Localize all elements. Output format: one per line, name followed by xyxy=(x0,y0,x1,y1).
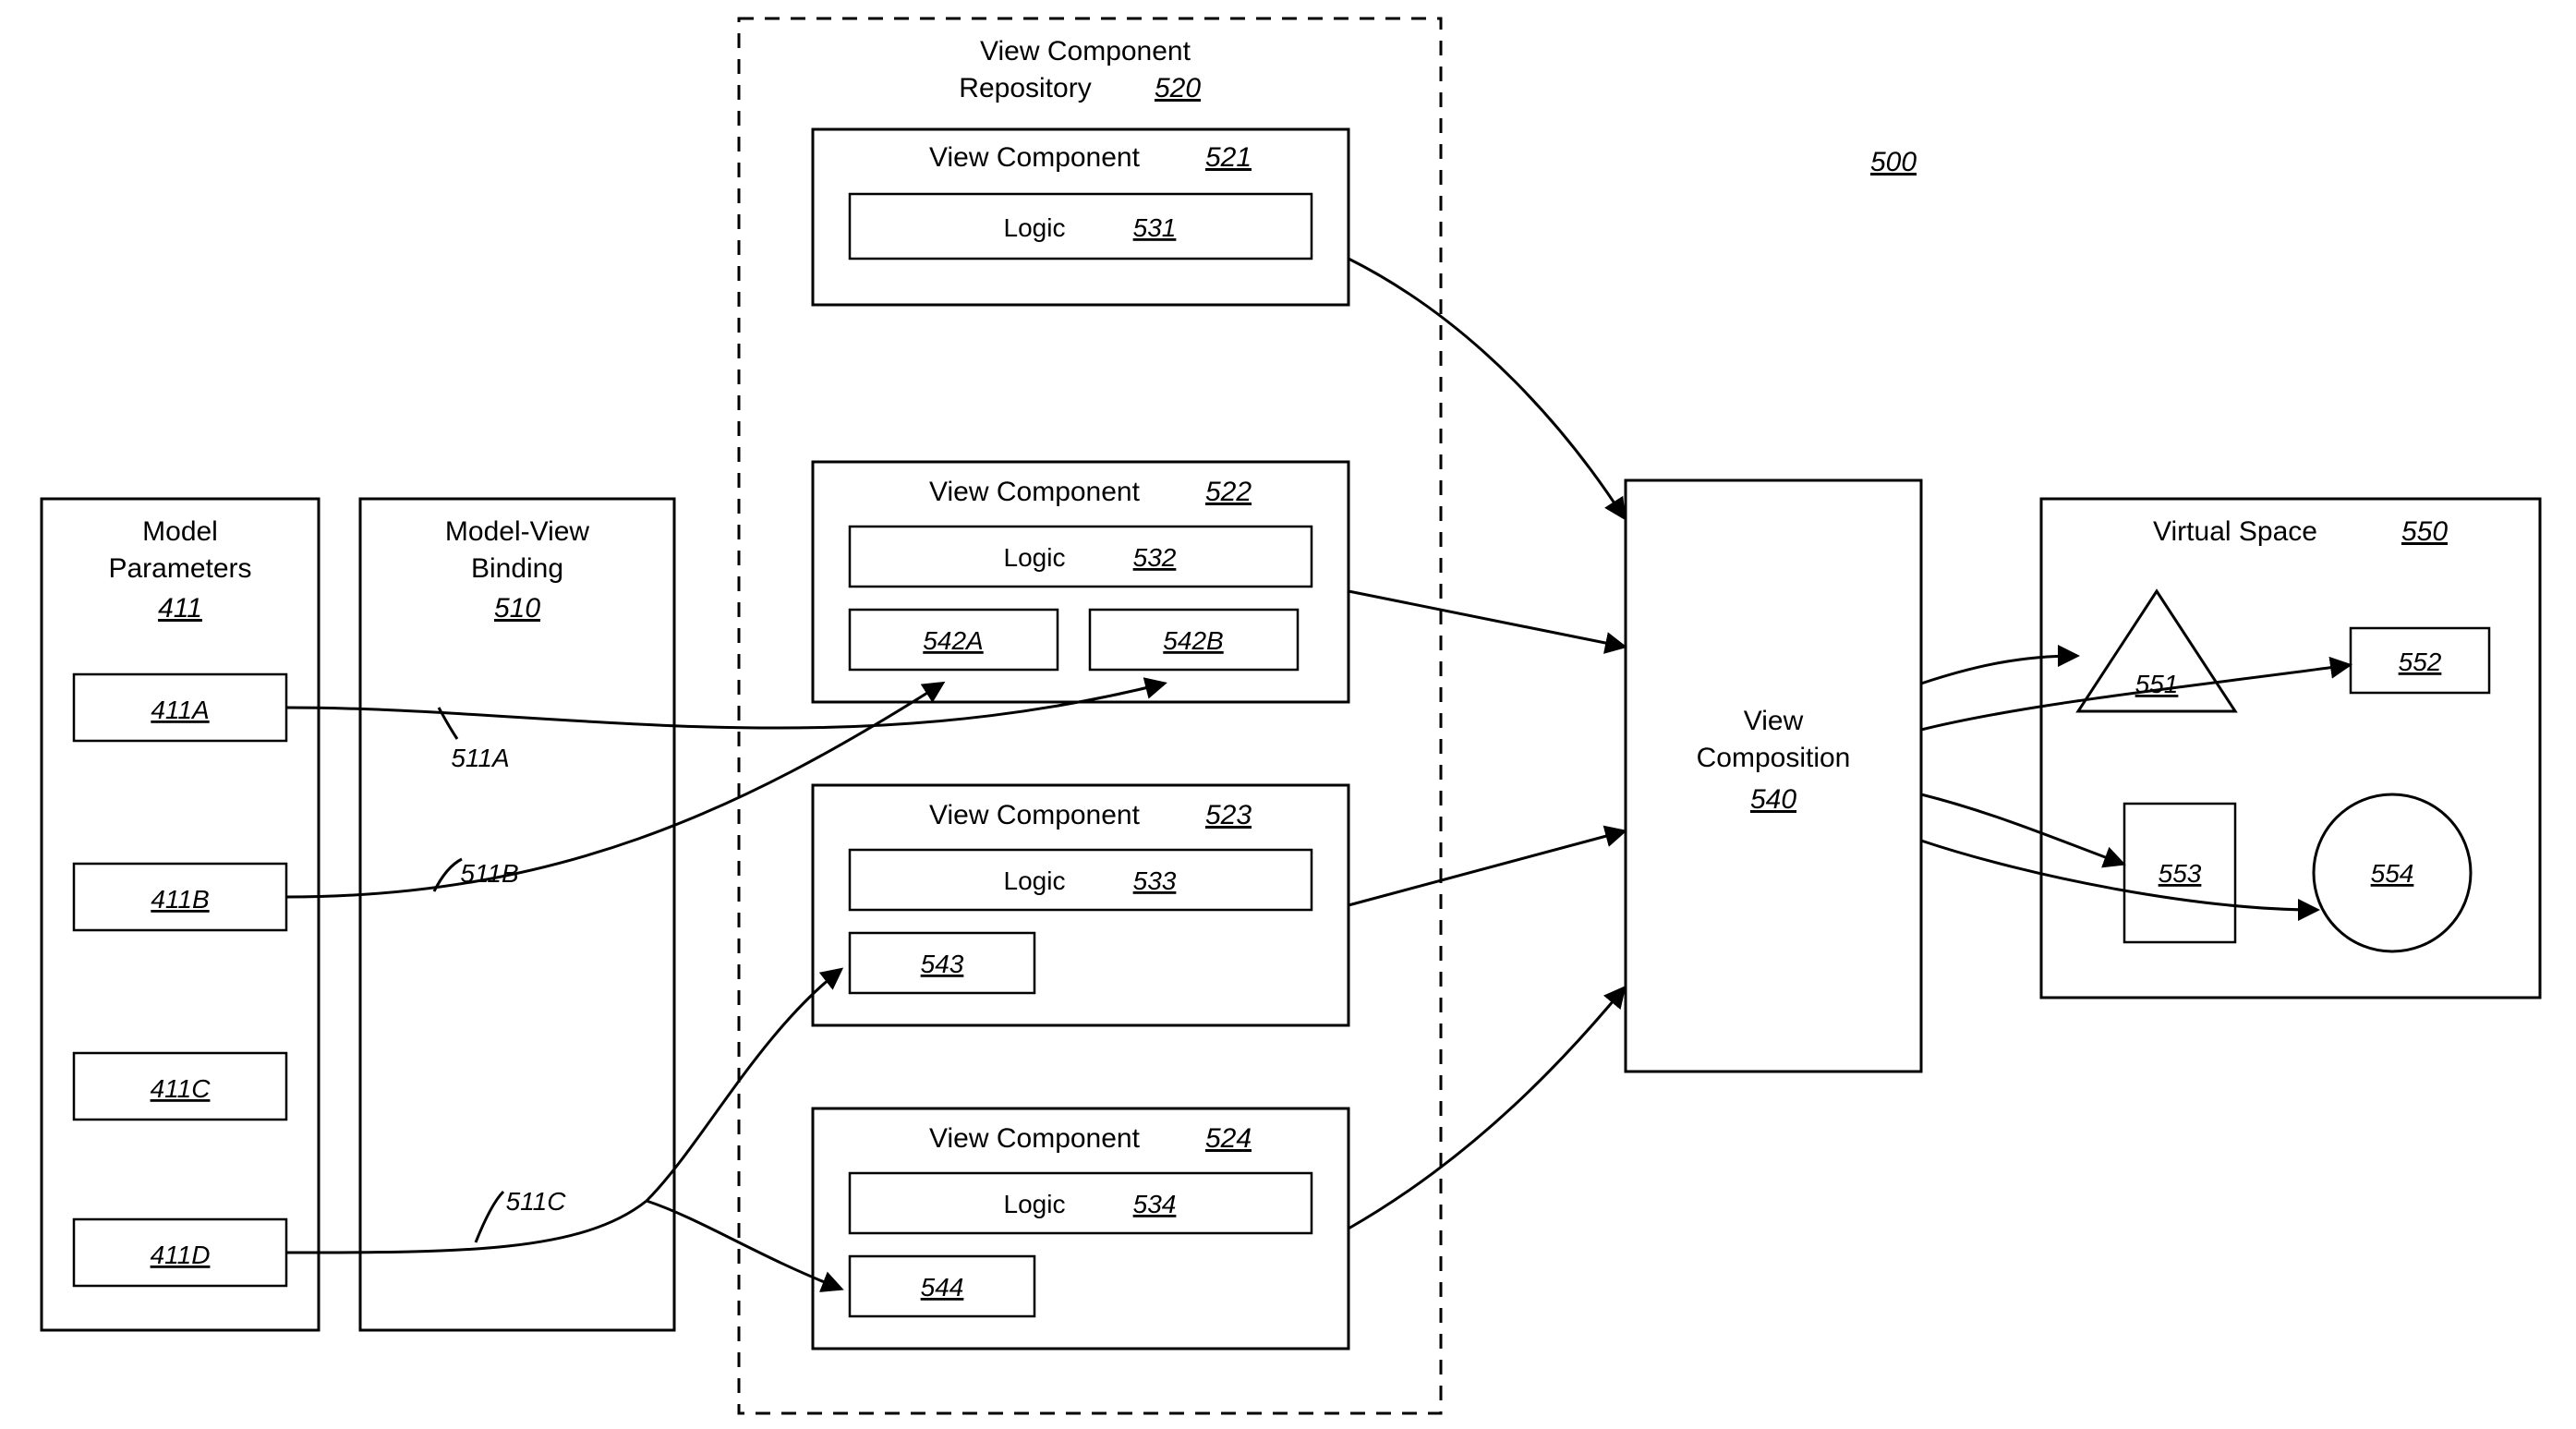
view-component-repository: View Component Repository 520 View Compo… xyxy=(739,18,1441,1413)
model-parameters-title-line2b: Parameters xyxy=(108,553,251,584)
vc523-sub-543: 543 xyxy=(921,950,964,978)
vc524-title: View Component xyxy=(929,1123,1141,1154)
vc522-sub-542b: 542B xyxy=(1163,626,1223,655)
param-411c: 411C xyxy=(151,1074,212,1103)
vc524-ref: 524 xyxy=(1205,1123,1252,1154)
binding-label-511a: 511A xyxy=(451,744,509,772)
repo-ref: 520 xyxy=(1155,73,1201,103)
vc523-ref: 523 xyxy=(1205,800,1252,830)
repo-title-line2: Repository xyxy=(959,73,1091,103)
view-composition-panel: View Composition 540 View Composition xyxy=(1626,480,1921,1072)
repo-title-line1: View Component xyxy=(980,36,1191,67)
vc522-sub-542a: 542A xyxy=(923,626,983,655)
virtual-space-ref: 550 xyxy=(2401,516,2448,547)
model-parameters-panel: Model Model Parameters Parameters 411 41… xyxy=(42,499,319,1330)
model-parameters-title-line1: Model xyxy=(142,516,218,547)
vc521-ref: 521 xyxy=(1205,142,1252,173)
diagram-canvas: 500 Model Model Parameters Parameters 41… xyxy=(0,0,2576,1429)
virtual-space-title: Virtual Space xyxy=(2153,516,2317,547)
view-component-523: View Component 523 Logic 533 543 xyxy=(813,785,1348,1025)
composition-ref: 540 xyxy=(1750,784,1796,815)
binding-label-511b: 511B xyxy=(460,859,518,888)
vc524-logic-label: Logic xyxy=(1004,1190,1066,1218)
view-component-522: View Component 522 Logic 532 542A 542B xyxy=(813,462,1348,702)
param-411a: 411A xyxy=(151,696,209,724)
composition-to-vspace-connectors xyxy=(1921,656,2349,910)
vs-554: 554 xyxy=(2371,859,2414,888)
view-component-524: View Component 524 Logic 534 544 xyxy=(813,1108,1348,1349)
vc521-logic-ref: 531 xyxy=(1133,213,1177,242)
vc523-title: View Component xyxy=(929,800,1141,830)
composition-title-line2: Composition xyxy=(1697,743,1851,773)
vc522-logic-ref: 532 xyxy=(1133,543,1177,572)
vc524-sub-544: 544 xyxy=(921,1273,964,1302)
vc523-logic-ref: 533 xyxy=(1133,866,1177,895)
vc521-logic-label: Logic xyxy=(1004,213,1066,242)
figure-ref: 500 xyxy=(1870,147,1917,177)
param-411d: 411D xyxy=(151,1241,211,1269)
binding-title-line2: Binding xyxy=(471,553,563,584)
view-component-521: View Component 521 Logic 531 xyxy=(813,129,1348,305)
vc524-logic-ref: 534 xyxy=(1133,1190,1177,1218)
vc522-ref: 522 xyxy=(1205,477,1252,507)
binding-title-line1: Model-View xyxy=(445,516,590,547)
vc522-title: View Component xyxy=(929,477,1141,507)
vs-553: 553 xyxy=(2159,859,2202,888)
binding-label-511c: 511C xyxy=(506,1187,567,1216)
vc522-logic-label: Logic xyxy=(1004,543,1066,572)
virtual-space-panel: Virtual Space 550 551 552 553 554 xyxy=(2041,499,2540,998)
vs-551: 551 xyxy=(2135,670,2179,698)
vc521-title: View Component xyxy=(929,142,1141,173)
model-parameters-ref: 411 xyxy=(158,593,202,624)
composition-title-line1: View xyxy=(1744,706,1804,736)
vs-552: 552 xyxy=(2399,648,2442,676)
binding-ref: 510 xyxy=(494,593,540,624)
param-411b: 411B xyxy=(151,885,209,914)
vc523-logic-label: Logic xyxy=(1004,866,1066,895)
repo-to-composition-connectors xyxy=(1348,259,1624,1229)
